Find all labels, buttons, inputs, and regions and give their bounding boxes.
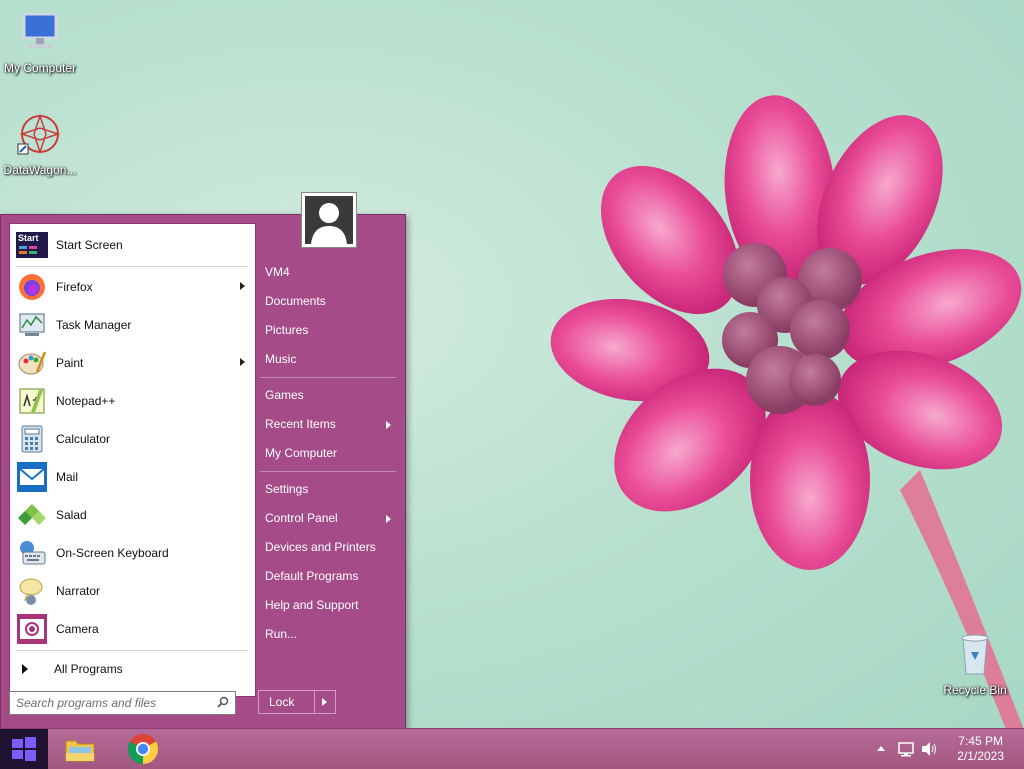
submenu-arrow-icon [240,282,245,290]
search-icon [217,696,229,708]
start-item-task-manager[interactable]: Task Manager [10,306,255,344]
clock-date: 2/1/2023 [957,749,1004,763]
place-my-computer[interactable]: My Computer [265,446,337,460]
start-item-label: Mail [56,470,79,484]
all-programs-arrow-icon [22,664,28,674]
shutdown-options-button[interactable] [315,691,335,713]
place-settings[interactable]: Settings [265,482,308,496]
all-programs-button[interactable]: All Programs [10,654,255,684]
start-item-label: Narrator [56,584,101,598]
start-item-camera[interactable]: Camera [10,610,255,648]
start-item-label: Salad [56,508,87,522]
start-item-label: Paint [56,356,84,370]
start-menu: Start Start Screen Firefox Task Manager [0,214,406,730]
divider [16,266,249,267]
place-help-and-support[interactable]: Help and Support [265,598,358,612]
all-programs-label: All Programs [54,662,123,676]
desktop-icon-label: DataWagon... [3,163,77,177]
place-vm4[interactable]: VM4 [265,265,290,279]
place-games[interactable]: Games [265,388,304,402]
clock[interactable]: 7:45 PM 2/1/2023 [957,734,1004,764]
submenu-arrow-icon [386,421,391,429]
user-icon [311,203,347,244]
search-placeholder: Search programs and files [16,696,157,710]
file-explorer-icon[interactable] [64,733,96,765]
start-item-start-screen[interactable]: Start Start Screen [10,226,255,264]
start-item-label: Start Screen [56,238,123,252]
volume-icon[interactable] [921,741,939,757]
place-music[interactable]: Music [265,352,296,366]
lock-button[interactable]: Lock [258,690,336,714]
paint-icon [16,347,48,379]
start-item-label: Task Manager [56,318,132,332]
keyboard-icon [16,537,48,569]
search-input[interactable]: Search programs and files [9,691,236,715]
start-item-mail[interactable]: Mail [10,458,255,496]
place-control-panel[interactable]: Control Panel [265,511,338,525]
start-item-label: Firefox [56,280,93,294]
desktop-icon-recycle-bin[interactable]: Recycle Bin [935,630,1015,697]
start-item-label: Calculator [56,432,111,446]
start-item-firefox[interactable]: Firefox [10,268,255,306]
mail-icon [16,461,48,493]
place-pictures[interactable]: Pictures [265,323,308,337]
start-screen-icon: Start [16,229,48,261]
start-item-paint[interactable]: Paint [10,344,255,382]
start-screen-badge: Start [18,233,39,243]
place-default-programs[interactable]: Default Programs [265,569,358,583]
divider [260,377,396,378]
submenu-arrow-icon [386,515,391,523]
computer-icon [22,12,58,48]
start-item-label: Notepad++ [56,394,116,408]
desktop-icon-my-computer[interactable]: My Computer [0,8,80,75]
start-item-label: On-Screen Keyboard [56,546,169,560]
divider [16,650,249,651]
datawagon-icon [17,113,61,155]
start-button[interactable] [0,729,48,769]
show-hidden-icons-icon[interactable] [877,746,885,751]
user-avatar[interactable] [301,192,357,248]
network-icon[interactable] [898,741,914,757]
place-recent-items[interactable]: Recent Items [265,417,336,431]
desktop-icon-label: Recycle Bin [943,683,1007,697]
start-item-salad[interactable]: Salad [10,496,255,534]
arrow-right-icon [322,698,327,706]
place-documents[interactable]: Documents [265,294,326,308]
start-item-narrator[interactable]: Narrator [10,572,255,610]
firefox-icon [16,271,48,303]
calculator-icon [16,423,48,455]
clock-time: 7:45 PM [958,734,1003,748]
camera-icon [16,613,48,645]
notepadpp-icon [16,385,48,417]
start-item-calculator[interactable]: Calculator [10,420,255,458]
recycle-bin-icon [961,634,989,675]
place-devices-and-printers[interactable]: Devices and Printers [265,540,376,554]
start-item-notepadpp[interactable]: Notepad++ [10,382,255,420]
lock-label: Lock [259,691,315,713]
divider [260,471,396,472]
taskbar: 7:45 PM 2/1/2023 [0,728,1024,769]
start-item-on-screen-keyboard[interactable]: On-Screen Keyboard [10,534,255,572]
desktop-icon-datawagon[interactable]: DataWagon... [0,110,80,177]
salad-icon [16,499,48,531]
start-item-label: Camera [56,622,99,636]
place-run[interactable]: Run... [265,627,297,641]
submenu-arrow-icon [240,358,245,366]
narrator-icon [16,575,48,607]
start-menu-programs-pane: Start Start Screen Firefox Task Manager [9,223,256,697]
desktop-icon-label: My Computer [3,61,77,75]
chrome-icon[interactable] [127,733,159,765]
windows-logo-icon [12,737,36,761]
task-manager-icon [16,309,48,341]
